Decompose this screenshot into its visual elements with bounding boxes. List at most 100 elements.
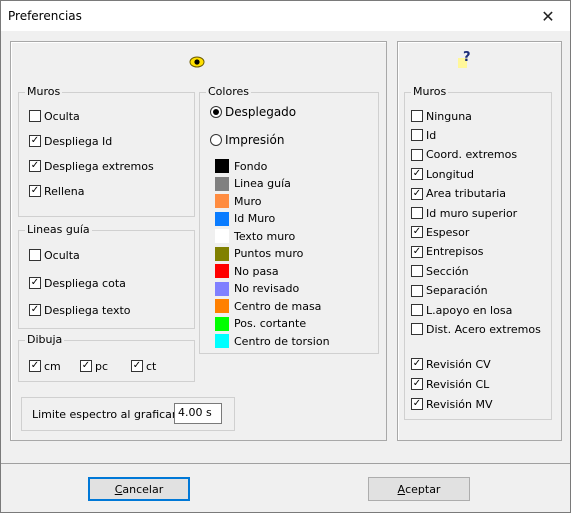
color-item-10[interactable]: Centro de torsion [215, 333, 330, 349]
lineas-option-0[interactable]: Oculta [29, 247, 80, 263]
checkbox[interactable]: ✓ [29, 185, 41, 197]
right-muros-option-5-label: Id muro superior [426, 206, 518, 220]
checkbox[interactable] [29, 110, 41, 122]
color-item-2[interactable]: Muro [215, 193, 261, 209]
checkbox[interactable] [411, 284, 423, 297]
color-swatch[interactable] [215, 334, 229, 348]
color-swatch[interactable] [215, 211, 229, 226]
right-muros-option-3[interactable]: ✓ Longitud [411, 166, 474, 182]
checkbox[interactable]: ✓ [80, 360, 92, 372]
revision-option-0-label: Revisión CV [426, 357, 491, 371]
right-muros-option-7[interactable]: ✓ Entrepisos [411, 244, 484, 260]
right-muros-option-10[interactable]: L.apoyo en losa [411, 302, 512, 318]
right-muros-option-0[interactable]: Ninguna [411, 108, 472, 124]
cancel-mnemonic: C [114, 482, 123, 496]
muros-option-2[interactable]: ✓ Despliega extremos [29, 158, 154, 174]
checkbox[interactable] [411, 207, 423, 219]
right-muros-option-9[interactable]: Separación [411, 283, 488, 299]
color-item-label: Texto muro [234, 229, 296, 243]
cancel-button[interactable]: Cancelar [88, 477, 190, 501]
color-item-label: No pasa [234, 264, 279, 278]
muros-legend: Muros [25, 85, 63, 99]
color-item-0[interactable]: Fondo [215, 158, 267, 174]
checkbox[interactable]: ✓ [411, 168, 423, 181]
radio-button[interactable] [210, 106, 222, 118]
lineas-option-0-label: Oculta [44, 248, 80, 262]
color-swatch[interactable] [215, 299, 229, 313]
right-muros-option-2[interactable]: Coord. extremos [411, 147, 517, 163]
color-swatch[interactable] [215, 264, 229, 278]
color-swatch[interactable] [215, 194, 229, 208]
checkbox[interactable]: ✓ [411, 226, 423, 239]
color-item-1[interactable]: Linea guía [215, 176, 291, 192]
right-muros-option-5[interactable]: Id muro superior [411, 205, 517, 221]
dibuja-option-2[interactable]: ✓ ct [131, 358, 156, 374]
checkbox[interactable] [411, 265, 423, 278]
muros-option-1-label: Despliega Id [44, 134, 113, 148]
checkbox[interactable] [411, 110, 423, 122]
checkbox[interactable] [411, 129, 423, 142]
checkbox[interactable] [411, 323, 423, 336]
muros-option-3[interactable]: ✓ Rellena [29, 183, 85, 199]
color-swatch[interactable] [215, 176, 229, 191]
right-muros-option-8[interactable]: Sección [411, 263, 469, 279]
checkbox[interactable]: ✓ [411, 378, 423, 390]
checkbox[interactable]: ✓ [29, 160, 41, 172]
lineas-option-1[interactable]: ✓ Despliega cota [29, 275, 126, 291]
accept-button[interactable]: Aceptar [368, 477, 470, 501]
dibuja-option-1[interactable]: ✓ pc [80, 358, 108, 374]
checkbox[interactable]: ✓ [29, 304, 41, 316]
colores-radio-1[interactable]: Impresión [210, 132, 284, 148]
revision-option-1[interactable]: ✓ Revisión CL [411, 376, 489, 392]
checkbox[interactable]: ✓ [411, 187, 423, 200]
color-item-7[interactable]: No revisado [215, 281, 299, 297]
right-muros-option-4[interactable]: ✓ Area tributaria [411, 186, 506, 202]
color-item-4[interactable]: Texto muro [215, 228, 295, 244]
color-swatch[interactable] [215, 159, 229, 173]
right-muros-option-6[interactable]: ✓ Espesor [411, 224, 469, 240]
revision-option-0[interactable]: ✓ Revisión CV [411, 356, 491, 372]
checkbox[interactable] [29, 249, 41, 261]
dibuja-option-0[interactable]: ✓ cm [29, 358, 61, 374]
color-item-5[interactable]: Puntos muro [215, 246, 303, 262]
espectro-input[interactable]: 4.00 s [174, 403, 222, 424]
close-button[interactable]: ✕ [526, 1, 570, 31]
color-item-3[interactable]: Id Muro [215, 211, 275, 227]
color-item-8[interactable]: Centro de masa [215, 298, 321, 314]
checkbox[interactable]: ✓ [411, 398, 423, 410]
checkmark-icon: ✓ [30, 160, 40, 171]
color-item-9[interactable]: Pos. cortante [215, 316, 306, 332]
checkbox[interactable]: ✓ [29, 135, 41, 147]
muros-option-3-label: Rellena [44, 184, 85, 198]
checkbox[interactable]: ✓ [29, 277, 41, 289]
radio-button[interactable] [210, 134, 222, 146]
right-muros-option-3-label: Longitud [426, 167, 474, 181]
color-swatch[interactable] [215, 281, 229, 296]
checkbox[interactable]: ✓ [131, 360, 143, 372]
checkmark-icon: ✓ [412, 226, 422, 238]
espectro-group: Limite espectro al graficar 4.00 s [21, 397, 235, 431]
revision-option-1-label: Revisión CL [426, 377, 490, 391]
color-swatch[interactable] [215, 316, 229, 331]
checkbox[interactable] [411, 304, 423, 316]
right-muros-option-11[interactable]: Dist. Acero extremos [411, 321, 541, 337]
checkbox[interactable]: ✓ [411, 245, 423, 258]
eye-icon [189, 56, 205, 68]
lineas-option-1-label: Despliega cota [44, 276, 126, 290]
checkmark-icon: ✓ [30, 135, 40, 146]
lineas-option-2[interactable]: ✓ Despliega texto [29, 302, 131, 318]
color-swatch[interactable] [215, 229, 229, 243]
revision-option-2[interactable]: ✓ Revisión MV [411, 396, 492, 412]
muros-option-1[interactable]: ✓ Despliega Id [29, 133, 112, 149]
colores-radio-0[interactable]: Desplegado [210, 104, 296, 120]
checkmark-icon: ✓ [412, 398, 422, 409]
checkbox[interactable]: ✓ [411, 358, 423, 370]
color-item-6[interactable]: No pasa [215, 263, 279, 279]
muros-option-0[interactable]: Oculta [29, 108, 80, 124]
color-swatch[interactable] [215, 246, 229, 261]
right-muros-option-1-label: Id [426, 128, 437, 142]
right-muros-option-1[interactable]: Id [411, 127, 436, 143]
checkbox[interactable]: ✓ [29, 360, 41, 372]
dibuja-group: Dibuja ✓ cm ✓ pc ✓ ct [18, 333, 195, 382]
checkbox[interactable] [411, 148, 423, 161]
